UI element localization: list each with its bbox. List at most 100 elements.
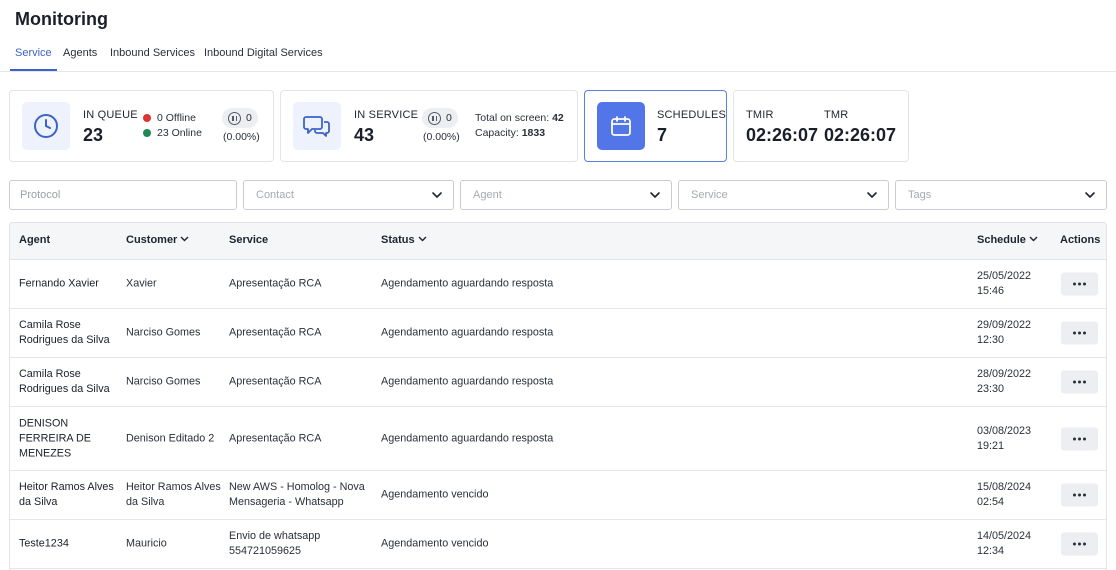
customer-cell: Narciso Gomes (126, 375, 201, 388)
agent-placeholder: Agent (473, 189, 502, 201)
pause-icon (228, 111, 241, 125)
clock-icon (22, 102, 70, 150)
status-cell: Agendamento aguardando resposta (381, 375, 554, 388)
agent-cell: Teste1234 (19, 537, 69, 550)
in-queue-card[interactable]: IN QUEUE 23 0 Offline 23 Online 0 (0.00%… (9, 90, 274, 162)
online-indicator: 23 Online (143, 127, 202, 139)
tab-inbound-services[interactable]: Inbound Services (110, 47, 195, 71)
schedule-date: 15/08/2024 (977, 481, 1032, 493)
service-cell: Apresentação RCA (229, 277, 322, 290)
customer-cell: Xavier (126, 277, 157, 290)
more-actions-button[interactable] (1061, 427, 1098, 450)
in-queue-label: IN QUEUE (83, 109, 138, 121)
schedule-date: 25/05/2022 (977, 270, 1032, 282)
calendar-icon (597, 102, 645, 150)
tab-service[interactable]: Service (10, 47, 57, 71)
table-row: Heitor Ramos Alves da Silva Heitor Ramos… (10, 471, 1106, 520)
customer-cell: Narciso Gomes (126, 326, 201, 339)
tab-agents[interactable]: Agents (63, 47, 97, 71)
tmr-label: TMR (824, 109, 849, 121)
table-row: Camila Rose Rodrigues da Silva Narciso G… (10, 358, 1106, 407)
agent-cell: Fernando Xavier (19, 277, 99, 290)
schedule-time: 02:54 (977, 496, 1005, 508)
total-on-screen-value: 42 (552, 112, 564, 124)
agent-cell: DENISON FERREIRA DE MENEZES (19, 417, 91, 459)
times-card: TMIR 02:26:07 TMR 02:26:07 (733, 90, 909, 162)
service-paused-pill: 0 (422, 108, 458, 128)
customer-cell: Heitor Ramos Alves da Silva (126, 481, 221, 508)
offline-indicator: 0 Offline (143, 112, 196, 124)
table-row: Fernando Xavier Xavier Apresentação RCA … (10, 260, 1106, 309)
service-cell: Apresentação RCA (229, 432, 322, 444)
tmr-value: 02:26:07 (824, 125, 897, 145)
sort-chevron-icon (180, 236, 189, 242)
schedule-date: 29/09/2022 (977, 319, 1032, 331)
agent-cell: Camila Rose Rodrigues da Silva (19, 319, 110, 346)
status-cell: Agendamento aguardando resposta (381, 326, 554, 339)
table-row: Camila Rose Rodrigues da Silva Narciso G… (10, 309, 1106, 358)
protocol-input[interactable] (10, 181, 236, 209)
tab-bar: Service Agents Inbound Services Inbound … (0, 44, 1116, 72)
header-actions: Actions (1060, 234, 1101, 246)
header-schedule-label: Schedule (977, 234, 1026, 246)
service-paused-count: 0 (446, 112, 452, 124)
pause-icon (428, 111, 441, 125)
schedule-cell: 28/09/2022 23:30 (977, 367, 1047, 397)
in-service-card[interactable]: IN SERVICE 43 0 (0.00%) Total on screen:… (280, 90, 578, 162)
header-status[interactable]: Status (381, 234, 427, 246)
contact-placeholder: Contact (256, 189, 294, 201)
customer-cell: Denison Editado 2 (126, 432, 215, 444)
header-customer[interactable]: Customer (126, 234, 189, 246)
more-actions-button[interactable] (1061, 272, 1098, 296)
sort-chevron-icon (418, 236, 427, 242)
offline-dot-icon (143, 114, 151, 122)
more-actions-button[interactable] (1061, 321, 1098, 345)
in-service-label: IN SERVICE (354, 109, 419, 121)
total-on-screen: Total on screen: 42 (475, 112, 564, 124)
service-cell: Envio de whatsapp 554721059625 (229, 530, 321, 557)
customer-cell: Mauricio (126, 537, 167, 550)
status-cell: Agendamento vencido (381, 537, 489, 550)
more-actions-button[interactable] (1061, 532, 1098, 556)
service-cell: Apresentação RCA (229, 326, 322, 339)
tab-inbound-digital-services[interactable]: Inbound Digital Services (204, 47, 323, 71)
schedule-cell: 15/08/2024 02:54 (977, 480, 1047, 510)
page-title: Monitoring (15, 9, 108, 29)
sort-chevron-icon (1029, 236, 1038, 242)
schedules-label: SCHEDULES (657, 109, 727, 121)
schedule-date: 03/08/2023 (977, 424, 1032, 437)
service-cell: Apresentação RCA (229, 375, 322, 388)
queue-paused-count: 0 (246, 112, 252, 124)
header-customer-label: Customer (126, 234, 178, 246)
schedules-table: Agent Customer Service Status Schedule A… (9, 222, 1107, 570)
status-cell: Agendamento aguardando resposta (381, 432, 554, 444)
chat-bubbles-icon (293, 102, 341, 150)
service-cell: New AWS - Homolog - Nova Mensageria - Wh… (229, 481, 365, 508)
total-on-screen-label: Total on screen: (475, 112, 550, 124)
contact-select[interactable]: Contact (243, 180, 454, 210)
tags-select[interactable]: Tags (895, 180, 1107, 210)
header-schedule[interactable]: Schedule (977, 234, 1038, 246)
online-dot-icon (143, 129, 151, 137)
status-cell: Agendamento aguardando resposta (381, 277, 554, 290)
schedule-cell: 03/08/2023 19:21 (977, 424, 1047, 454)
schedule-date: 14/05/2024 (977, 530, 1032, 542)
capacity-label: Capacity: (475, 127, 519, 139)
chevron-down-icon (1085, 192, 1095, 198)
schedule-cell: 25/05/2022 15:46 (977, 269, 1047, 299)
more-actions-button[interactable] (1061, 370, 1098, 394)
capacity-value: 1833 (521, 127, 546, 139)
schedule-time: 19:21 (977, 439, 1005, 452)
more-actions-button[interactable] (1061, 483, 1098, 507)
schedules-card[interactable]: SCHEDULES 7 (584, 90, 727, 162)
service-select[interactable]: Service (678, 180, 889, 210)
queue-paused-pill: 0 (222, 108, 258, 128)
table-row: Teste1234 Mauricio Envio de whatsapp 554… (10, 520, 1106, 569)
protocol-filter (9, 180, 237, 210)
status-cell: Agendamento vencido (381, 488, 489, 501)
agent-select[interactable]: Agent (460, 180, 672, 210)
service-paused-percent: (0.00%) (423, 131, 460, 143)
table-row: DENISON FERREIRA DE MENEZES Denison Edit… (10, 407, 1106, 471)
offline-count: 0 Offline (157, 112, 196, 124)
queue-paused-percent: (0.00%) (223, 131, 260, 143)
